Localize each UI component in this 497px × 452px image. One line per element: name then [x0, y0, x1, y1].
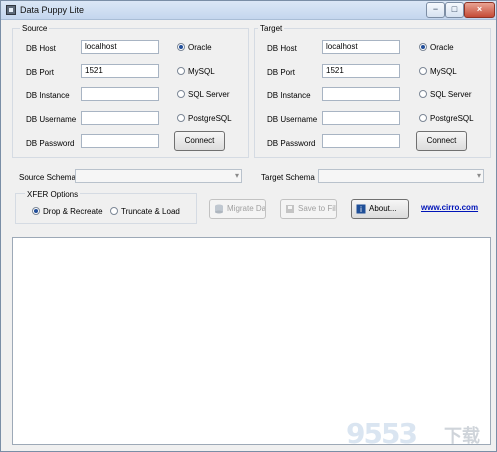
info-icon: i	[356, 204, 366, 214]
migrate-data-label: Migrate Data	[227, 204, 266, 213]
target-db-instance-label: DB Instance	[267, 91, 311, 100]
source-schema-select[interactable]: ▾	[75, 169, 242, 183]
target-mysql-label: MySQL	[430, 67, 457, 76]
target-postgresql-radio[interactable]	[419, 114, 427, 122]
svg-text:i: i	[360, 205, 362, 214]
source-mysql-label: MySQL	[188, 67, 215, 76]
watermark-number: 9553	[346, 417, 418, 450]
source-db-instance-input[interactable]	[81, 87, 159, 101]
chevron-down-icon: ▾	[476, 171, 481, 180]
window-title: Data Puppy Lite	[20, 5, 85, 15]
migrate-data-button[interactable]: Migrate Data	[209, 199, 266, 219]
source-db-instance-label: DB Instance	[26, 91, 70, 100]
source-connect-button[interactable]: Connect	[174, 131, 225, 151]
target-db-username-label: DB Username	[267, 115, 318, 124]
target-label: Target	[258, 24, 285, 33]
source-db-host-input[interactable]: localhost	[81, 40, 159, 54]
maximize-button[interactable]: □	[445, 2, 464, 18]
source-db-username-label: DB Username	[26, 115, 77, 124]
title-bar: Data Puppy Lite − □ ×	[1, 1, 496, 20]
about-label: About...	[369, 204, 397, 213]
chevron-down-icon: ▾	[234, 171, 239, 180]
target-sql-server-label: SQL Server	[430, 90, 472, 99]
target-oracle-radio[interactable]	[419, 43, 427, 51]
source-db-port-input[interactable]: 1521	[81, 64, 159, 78]
watermark: 9553 下载	[346, 413, 494, 450]
target-connect-button[interactable]: Connect	[416, 131, 467, 151]
target-oracle-label: Oracle	[430, 43, 454, 52]
source-oracle-radio[interactable]	[177, 43, 185, 51]
source-db-username-input[interactable]	[81, 111, 159, 125]
source-postgresql-radio[interactable]	[177, 114, 185, 122]
source-schema-label: Source Schema	[19, 173, 76, 182]
source-postgresql-label: PostgreSQL	[188, 114, 232, 123]
save-to-file-label: Save to File	[298, 204, 337, 213]
source-db-host-label: DB Host	[26, 44, 56, 53]
target-sql-server-radio[interactable]	[419, 90, 427, 98]
watermark-mark: 下载	[444, 426, 480, 447]
close-button[interactable]: ×	[464, 2, 495, 18]
cirro-link[interactable]: www.cirro.com	[421, 203, 478, 212]
about-button[interactable]: i About...	[351, 199, 409, 219]
drop-recreate-label: Drop & Recreate	[43, 207, 103, 216]
target-db-port-label: DB Port	[267, 68, 296, 77]
drop-recreate-radio[interactable]	[32, 207, 40, 215]
app-icon	[6, 5, 16, 15]
target-postgresql-label: PostgreSQL	[430, 114, 474, 123]
source-label: Source	[20, 24, 50, 33]
source-sql-server-radio[interactable]	[177, 90, 185, 98]
source-db-port-label: DB Port	[26, 68, 55, 77]
target-db-port-input[interactable]: 1521	[322, 64, 400, 78]
truncate-load-radio[interactable]	[110, 207, 118, 215]
source-db-password-label: DB Password	[26, 139, 75, 148]
target-db-password-input[interactable]	[322, 134, 400, 148]
target-db-host-label: DB Host	[267, 44, 297, 53]
source-mysql-radio[interactable]	[177, 67, 185, 75]
xfer-options-label: XFER Options	[25, 190, 81, 199]
source-oracle-label: Oracle	[188, 43, 212, 52]
database-icon	[215, 204, 223, 214]
minimize-button[interactable]: −	[426, 2, 445, 18]
target-db-host-input[interactable]: localhost	[322, 40, 400, 54]
target-db-instance-input[interactable]	[322, 87, 400, 101]
source-sql-server-label: SQL Server	[188, 90, 230, 99]
truncate-load-label: Truncate & Load	[121, 207, 180, 216]
data-puppy-window: Data Puppy Lite − □ × Source DB Host loc…	[0, 0, 497, 452]
target-schema-select[interactable]: ▾	[318, 169, 484, 183]
target-db-password-label: DB Password	[267, 139, 316, 148]
save-to-file-button[interactable]: Save to File	[280, 199, 337, 219]
source-db-password-input[interactable]	[81, 134, 159, 148]
target-mysql-radio[interactable]	[419, 67, 427, 75]
target-db-username-input[interactable]	[322, 111, 400, 125]
target-schema-label: Target Schema	[261, 173, 315, 182]
save-icon	[286, 205, 294, 213]
